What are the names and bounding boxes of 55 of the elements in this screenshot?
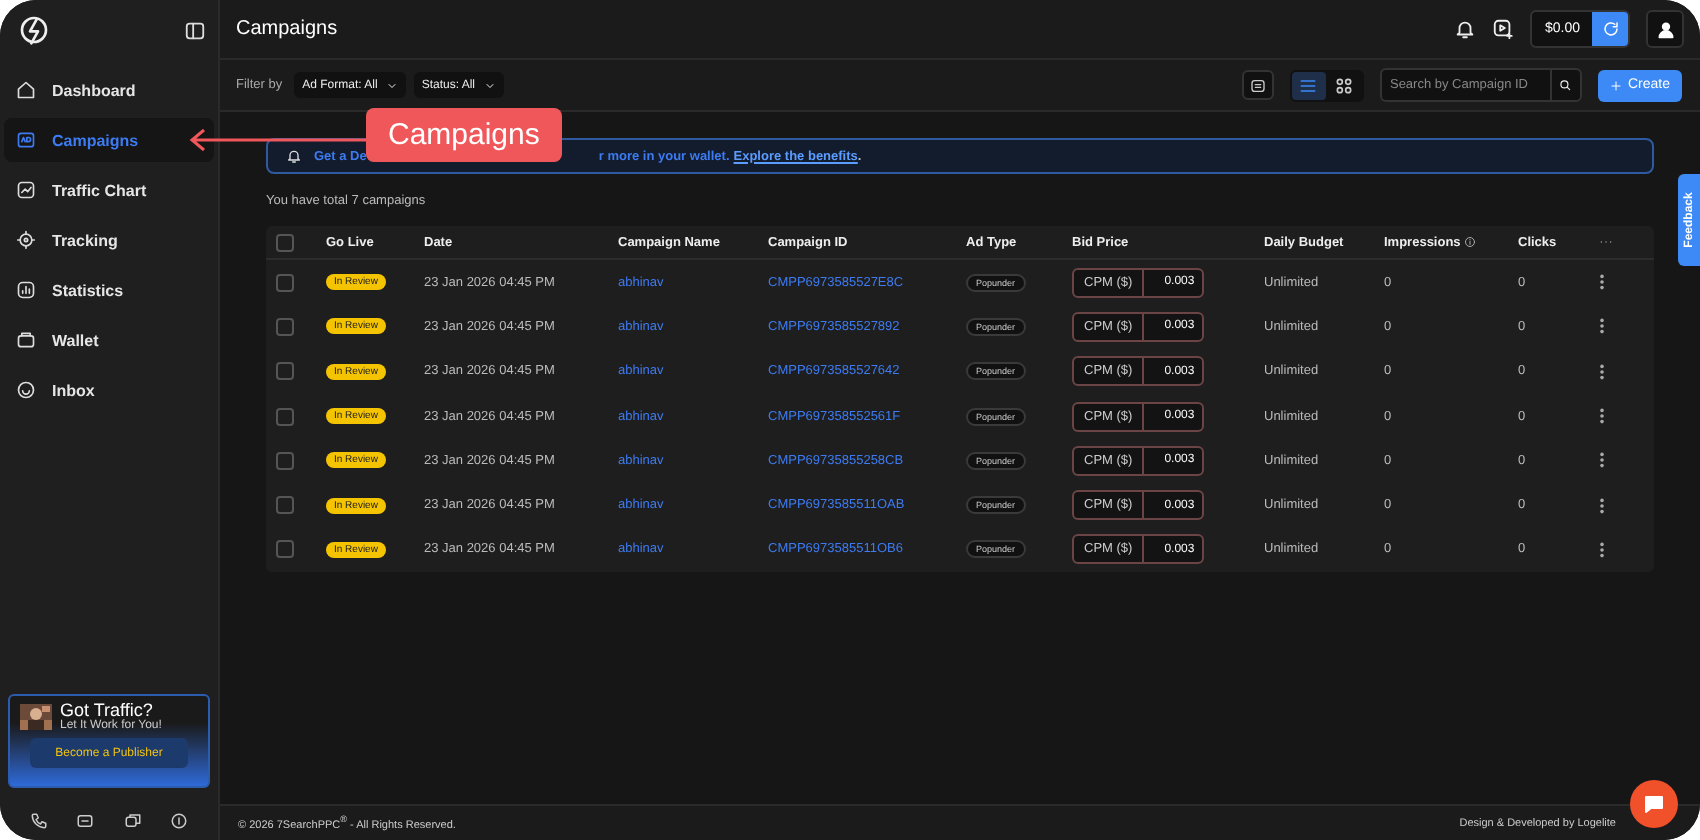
refresh-icon [1601,20,1619,38]
select-all-checkbox[interactable] [276,233,294,251]
bell-icon [1454,18,1477,40]
page-title: Campaigns [236,18,340,40]
kebab-menu-icon[interactable] [1598,274,1606,291]
kebab-menu-icon[interactable] [1598,318,1606,335]
sidebar-item[interactable]: Tracking [4,218,214,262]
sidebar-item[interactable]: Traffic Chart [4,168,214,212]
sidebar-item[interactable]: Wallet [4,318,214,362]
bell-icon [286,148,302,164]
search-icon [1558,78,1573,92]
logo-icon [18,14,50,46]
chevron-down-icon [385,79,398,91]
info-icon [1464,236,1477,248]
user-icon [1655,19,1675,39]
wallet-icon [16,330,36,350]
chat-button[interactable] [1630,780,1678,828]
sidebar-item[interactable]: Dashboard [4,68,214,112]
stats-icon [16,280,36,300]
row-checkbox[interactable] [276,496,294,515]
profile-button[interactable] [1646,10,1684,48]
sidebar-item[interactable]: Campaigns [4,118,214,162]
chart-icon [16,180,36,200]
kebab-menu-icon[interactable] [1598,408,1606,425]
info-icon [169,811,188,829]
chevron-down-icon [483,79,495,91]
row-checkbox[interactable] [276,407,294,426]
view-toggle[interactable] [1291,71,1326,99]
columns-button[interactable] [1241,70,1274,100]
list-icon [1298,75,1319,95]
row-checkbox[interactable] [276,362,294,381]
row-checkbox[interactable] [276,540,294,559]
add-funds-button[interactable] [1592,12,1628,46]
kebab-menu-icon[interactable] [1598,452,1606,469]
ad-icon [16,130,36,150]
search-button[interactable] [1549,68,1582,102]
callout-label: Campaigns [366,108,562,162]
row-checkbox[interactable] [276,451,294,470]
kebab-menu-icon[interactable] [1598,363,1606,380]
kebab-menu-icon[interactable] [1598,541,1606,558]
home-icon [16,80,36,100]
row-checkbox[interactable] [276,317,294,336]
sidebar-item[interactable]: Inbox [4,368,214,412]
grid-icon [1334,75,1355,95]
add-media-icon [1492,18,1515,40]
row-checkbox[interactable] [276,273,294,292]
kebab-menu-icon[interactable] [1598,497,1606,514]
table-icon [1249,77,1266,93]
sidebar-toggle-icon [184,19,206,41]
mail-icon [76,811,95,829]
plus-icon [1609,79,1622,91]
promo-title: Got Traffic? [60,702,153,720]
target-icon [16,230,36,250]
phone-icon [30,811,49,829]
sidebar-item[interactable]: Statistics [4,268,214,312]
